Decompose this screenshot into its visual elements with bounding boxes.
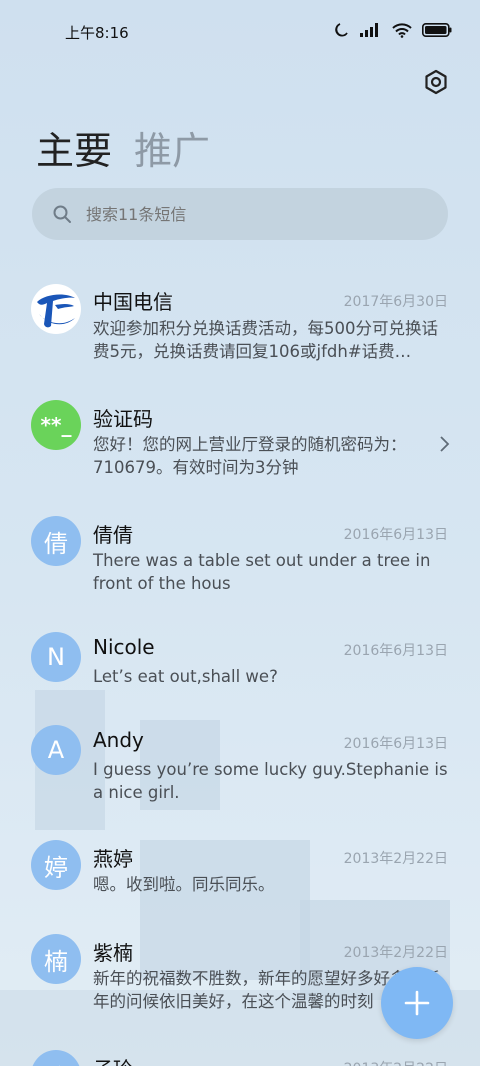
code-avatar: **_ (31, 400, 81, 450)
signal-icon (360, 23, 378, 37)
message-row-ziling[interactable]: 玲 子玲 2013年2月22日 (0, 1050, 480, 1066)
status-icons (334, 22, 452, 38)
tab-main[interactable]: 主要 (36, 120, 112, 175)
sender-name: 燕婷 (93, 847, 133, 871)
search-bar[interactable] (32, 188, 448, 240)
contact-avatar: A (31, 725, 81, 775)
message-date: 2016年6月13日 (343, 643, 448, 659)
message-preview: 嗯。收到啦。同乐同乐。 (93, 875, 275, 894)
message-row-china-telecom[interactable]: 中国电信 2017年6月30日 欢迎参加积分兑换话费活动，每500分可兑换话费5… (0, 270, 480, 386)
contact-avatar: 楠 (31, 934, 81, 984)
message-row-yanting[interactable]: 婷 燕婷 2013年2月22日 嗯。收到啦。同乐同乐。 (0, 840, 480, 930)
settings-icon (425, 69, 447, 95)
sender-name: 紫楠 (93, 941, 133, 965)
contact-avatar: 玲 (31, 1050, 81, 1066)
search-icon (53, 205, 71, 223)
tab-promo[interactable]: 推广 (134, 120, 210, 175)
compose-button[interactable] (381, 967, 453, 1039)
sender-name: Andy (93, 728, 144, 752)
message-date: 2013年2月22日 (343, 945, 448, 961)
tab-bar: 主要 推广 (36, 120, 210, 175)
message-row-qianqian[interactable]: 倩 倩倩 2016年6月13日 There was a table set ou… (0, 516, 480, 626)
search-input[interactable] (84, 203, 388, 225)
status-bar: 上午8:16 (0, 0, 480, 62)
message-date: 2013年2月22日 (344, 1058, 448, 1066)
contact-avatar: 婷 (31, 840, 81, 890)
china-telecom-logo-avatar (31, 284, 81, 334)
message-date: 2013年2月22日 (343, 851, 448, 867)
contact-avatar: N (31, 632, 81, 682)
message-date: 2016年6月13日 (343, 527, 448, 543)
message-row-andy[interactable]: A Andy 2016年6月13日 I guess you’re some lu… (0, 725, 480, 835)
china-telecom-logo-icon (32, 285, 80, 333)
battery-icon (422, 23, 452, 37)
message-row-nicole[interactable]: N Nicole 2016年6月13日 Let’s eat out,shall … (0, 632, 480, 722)
message-preview: Let’s eat out,shall we? (93, 667, 278, 686)
message-row-verification-code[interactable]: **_ 验证码 您好！您的网上营业厅登录的随机密码为：710679。有效时间为3… (0, 400, 480, 510)
sender-name: 倩倩 (93, 523, 133, 547)
sender-name: Nicole (93, 635, 155, 659)
contact-avatar: 倩 (31, 516, 81, 566)
sender-name: 子玲 (93, 1053, 133, 1066)
wifi-icon (392, 22, 412, 38)
message-preview: 您好！您的网上营业厅登录的随机密码为：710679。有效时间为3分钟 (93, 435, 407, 477)
moon-icon (335, 23, 348, 37)
status-time: 上午8:16 (65, 24, 129, 42)
chevron-right-icon (440, 436, 450, 452)
plus-icon (404, 990, 430, 1016)
sender-name: 中国电信 (93, 290, 173, 314)
message-preview: I guess you’re some lucky guy.Stephanie … (93, 760, 448, 802)
message-date: 2016年6月13日 (343, 736, 448, 752)
settings-button[interactable] (422, 68, 450, 96)
message-preview: 欢迎参加积分兑换话费活动，每500分可兑换话费5元，兑换话费请回复106或jfd… (93, 319, 438, 361)
sender-name: 验证码 (93, 407, 153, 431)
message-preview: There was a table set out under a tree i… (93, 551, 431, 593)
message-date: 2017年6月30日 (343, 294, 448, 310)
